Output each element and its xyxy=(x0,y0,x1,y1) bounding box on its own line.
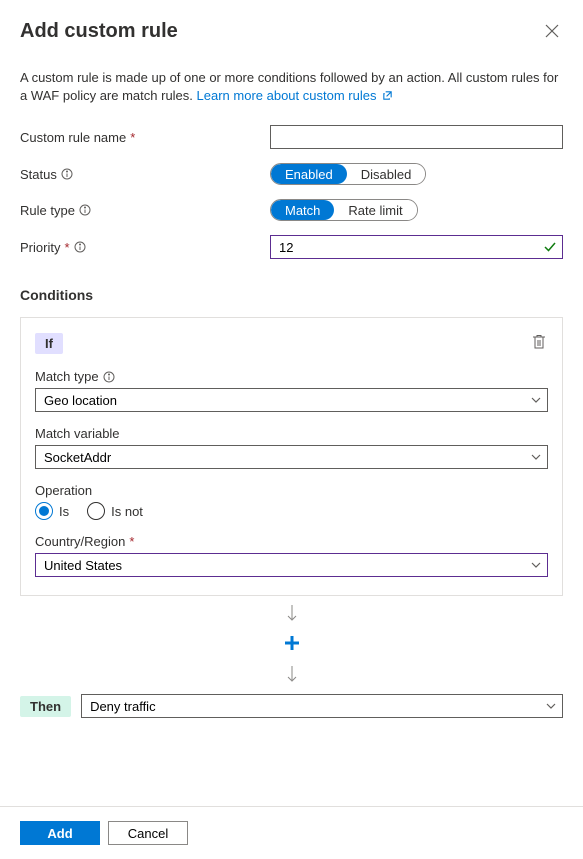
flow-arrow-1 xyxy=(20,604,563,625)
external-link-icon xyxy=(382,90,393,101)
radio-label-isnot: Is not xyxy=(111,504,143,519)
then-chip: Then xyxy=(20,696,71,717)
match-variable-label: Match variable xyxy=(35,426,548,441)
info-icon xyxy=(61,168,73,180)
status-disabled-button[interactable]: Disabled xyxy=(347,164,426,184)
rule-type-rate-limit-button[interactable]: Rate limit xyxy=(334,200,416,220)
country-select[interactable]: United States xyxy=(35,553,548,577)
match-type-select[interactable]: Geo location xyxy=(35,388,548,412)
close-button[interactable] xyxy=(541,20,563,45)
match-variable-select[interactable]: SocketAddr xyxy=(35,445,548,469)
delete-condition-button[interactable] xyxy=(530,332,548,355)
learn-more-text: Learn more about custom rules xyxy=(197,88,377,103)
plus-icon xyxy=(283,634,301,652)
info-icon xyxy=(74,241,86,253)
intro-text: A custom rule is made up of one or more … xyxy=(20,69,563,105)
add-button[interactable]: Add xyxy=(20,821,100,845)
country-label: Country/Region* xyxy=(35,534,548,549)
status-toggle: Enabled Disabled xyxy=(270,163,426,185)
trash-icon xyxy=(532,334,546,350)
add-condition-button[interactable] xyxy=(283,633,301,657)
priority-label: Priority* xyxy=(20,240,270,255)
radio-label-is: Is xyxy=(59,504,69,519)
operation-isnot-radio[interactable]: Is not xyxy=(87,502,143,520)
name-label: Custom rule name* xyxy=(20,130,270,145)
panel-title: Add custom rule xyxy=(20,20,178,43)
status-enabled-button[interactable]: Enabled xyxy=(271,164,347,184)
rule-type-toggle: Match Rate limit xyxy=(270,199,418,221)
custom-rule-name-input[interactable] xyxy=(270,125,563,149)
rule-type-label: Rule type xyxy=(20,203,270,218)
check-icon xyxy=(543,240,557,254)
learn-more-link[interactable]: Learn more about custom rules xyxy=(197,88,394,103)
operation-label: Operation xyxy=(35,483,548,498)
info-icon xyxy=(103,371,115,383)
status-label: Status xyxy=(20,167,270,182)
info-icon xyxy=(79,204,91,216)
cancel-button[interactable]: Cancel xyxy=(108,821,188,845)
priority-input[interactable] xyxy=(270,235,563,259)
operation-is-radio[interactable]: Is xyxy=(35,502,69,520)
footer-actions: Add Cancel xyxy=(0,806,583,859)
if-chip: If xyxy=(35,333,63,354)
condition-block: If Match type Geo location Match variabl… xyxy=(20,317,563,596)
match-type-label: Match type xyxy=(35,369,548,384)
close-icon xyxy=(545,24,559,38)
flow-arrow-2 xyxy=(20,665,563,686)
conditions-title: Conditions xyxy=(20,287,563,303)
rule-type-match-button[interactable]: Match xyxy=(271,200,334,220)
then-action-select[interactable]: Deny traffic xyxy=(81,694,563,718)
